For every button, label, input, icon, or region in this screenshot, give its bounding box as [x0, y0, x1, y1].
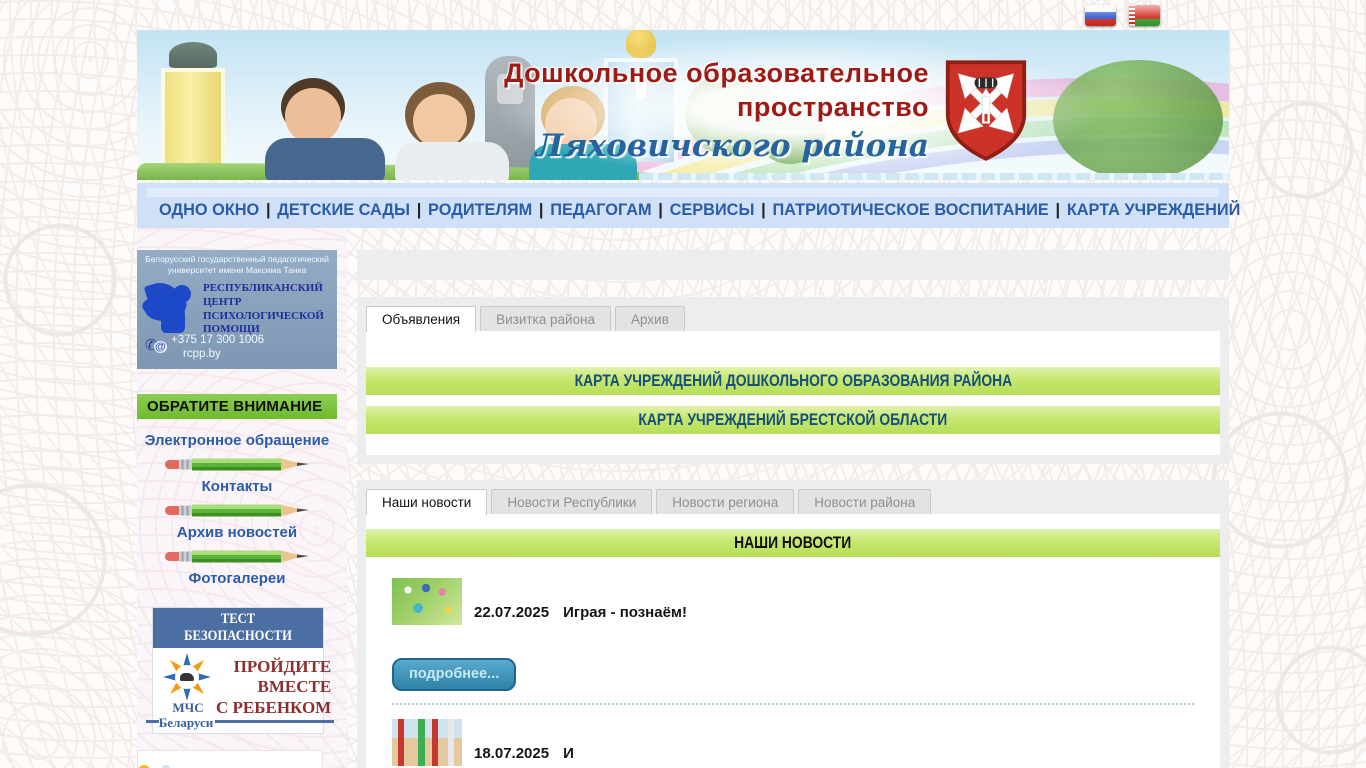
tab-our-news[interactable]: Наши новости — [366, 489, 488, 515]
news-tabs: Наши новости Новости Республики Новости … — [366, 489, 1220, 515]
more-button[interactable]: подробнее... — [392, 658, 517, 691]
pencil-divider-icon — [165, 458, 309, 471]
language-switcher — [1085, 5, 1160, 26]
sidebar: Белорусский государственный педагогическ… — [137, 228, 347, 768]
breadcrumb-band — [357, 250, 1229, 280]
news-item: 22.07.2025 Играя - познаём! — [366, 578, 1220, 625]
nav-separator: | — [416, 200, 422, 219]
nav-separator: | — [761, 200, 766, 219]
nav-separator: | — [658, 200, 663, 219]
news-caption: 18.07.2025 И — [474, 745, 574, 766]
mchs-org-label: МЧС Беларуси — [146, 700, 334, 731]
nav-item-servisy[interactable]: СЕРВИСЫ — [670, 200, 755, 219]
announcements-box: Объявления Визитка района Архив КАРТА УЧ… — [357, 297, 1229, 464]
tab-archive[interactable]: Архив — [615, 306, 685, 331]
pencil-divider-icon — [165, 504, 309, 517]
child-photo — [265, 78, 395, 180]
site-title: Дошкольное образовательное пространство — [504, 56, 929, 124]
tab-announcements[interactable]: Объявления — [366, 306, 477, 332]
rcpp-center-label: РЕСПУБЛИКАНСКИЙ ЦЕНТР ПСИХОЛОГИЧЕСКОЙ ПО… — [203, 282, 324, 336]
rcpp-logo-icon — [140, 276, 203, 335]
sidebar-item-contacts[interactable]: Контакты — [137, 473, 337, 501]
belarus-flag[interactable] — [1129, 5, 1160, 26]
pencil-divider-icon — [165, 550, 309, 563]
tab-region-news[interactable]: Новости региона — [656, 489, 795, 514]
nav-item-karta-uchrezhdenij[interactable]: КАРТА УЧРЕЖДЕНИЙ — [1067, 200, 1241, 219]
nav-separator: | — [1055, 200, 1061, 219]
tab-district-card[interactable]: Визитка района — [480, 306, 612, 331]
attention-header: ОБРАТИТЕ ВНИМАНИЕ — [137, 394, 337, 419]
site-title-line1: Дошкольное образовательное — [504, 58, 929, 88]
news-item: 18.07.2025 И — [366, 719, 1220, 766]
announcements-tabs: Объявления Визитка района Архив — [366, 306, 1220, 332]
brest-region-institutions-map-link[interactable]: КАРТА УЧРЕЖДЕНИЙ БРЕСТСКОЙ ОБЛАСТИ — [366, 406, 1220, 434]
news-separator — [392, 703, 1194, 705]
nav-item-roditelyam[interactable]: РОДИТЕЛЯМ — [428, 200, 532, 219]
news-title: Играя - познаём! — [563, 604, 688, 621]
nav-separator: | — [265, 200, 271, 219]
news-panel: НАШИ НОВОСТИ 22.07.2025 Играя - познаём! … — [366, 514, 1220, 768]
news-caption: 22.07.2025 Играя - познаём! — [474, 604, 687, 625]
news-thumbnail[interactable] — [392, 719, 462, 766]
coat-of-arms-icon — [945, 60, 1027, 161]
sidebar-item-electronic-appeal[interactable]: Электронное обращение — [137, 427, 337, 455]
russia-flag[interactable] — [1085, 5, 1116, 26]
news-box: Наши новости Новости Республики Новости … — [357, 480, 1229, 768]
news-header: НАШИ НОВОСТИ — [366, 529, 1220, 557]
mchs-header: ТЕСТ БЕЗОПАСНОСТИ — [153, 608, 323, 648]
news-date: 22.07.2025 — [474, 604, 550, 621]
nav-item-odno-okno[interactable]: ОДНО ОКНО — [159, 200, 259, 219]
rcpp-banner[interactable]: Белорусский государственный педагогическ… — [137, 250, 337, 369]
phone-email-icon — [145, 336, 167, 357]
nav-separator: | — [538, 200, 544, 219]
header-banner: Дошкольное образовательное пространство … — [137, 30, 1229, 180]
main-navigation: ОДНО ОКНО | ДЕТСКИЕ САДЫ | РОДИТЕЛЯМ | ПЕДАГОГ… — [137, 183, 1240, 228]
nav-item-pedagogam[interactable]: ПЕДАГОГАМ — [550, 200, 651, 219]
sidebar-item-news-archive[interactable]: Архив новостей — [137, 519, 337, 547]
sidebar-item-photo-galleries[interactable]: Фотогалереи — [137, 565, 337, 593]
site-title-line2: пространство — [737, 92, 929, 122]
news-date: 18.07.2025 — [474, 745, 550, 762]
mchs-safety-banner[interactable]: ТЕСТ БЕЗОПАСНОСТИ МЧС Беларуси ПРОЙДИТЕ … — [146, 607, 334, 734]
news-thumbnail[interactable] — [392, 578, 462, 625]
rcpp-phone: +375 17 300 1006 — [171, 334, 265, 347]
chapel-illustration — [153, 42, 233, 180]
page: Дошкольное образовательное пространство … — [0, 0, 1366, 768]
nav-item-detskie-sady[interactable]: ДЕТСКИЕ САДЫ — [277, 200, 410, 219]
tab-district-news[interactable]: Новости района — [798, 489, 932, 514]
mchs-emblem-icon — [163, 653, 211, 701]
site-subtitle: Ляховичского района — [535, 128, 929, 164]
announcements-panel: КАРТА УЧРЕЖДЕНИЙ ДОШКОЛЬНОГО ОБРАЗОВАНИЯ… — [366, 331, 1220, 455]
nav-item-patrioticheskoe-vospitanie[interactable]: ПАТРИОТИЧЕСКОЕ ВОСПИТАНИЕ — [772, 200, 1048, 219]
rcpp-university-label: Белорусский государственный педагогическ… — [145, 254, 329, 276]
sidebar-links: Электронное обращение Контакты Архив нов… — [137, 419, 337, 593]
rcpp-site: rcpp.by — [183, 347, 221, 360]
news-title: И — [563, 745, 574, 762]
gallery-banner[interactable]: Галерея — [137, 749, 338, 768]
tab-republic-news[interactable]: Новости Республики — [491, 489, 653, 514]
district-institutions-map-link[interactable]: КАРТА УЧРЕЖДЕНИЙ ДОШКОЛЬНОГО ОБРАЗОВАНИЯ… — [366, 367, 1220, 395]
main-content: Объявления Визитка района Архив КАРТА УЧ… — [357, 228, 1229, 768]
nav-strip-decor — [147, 188, 1219, 197]
